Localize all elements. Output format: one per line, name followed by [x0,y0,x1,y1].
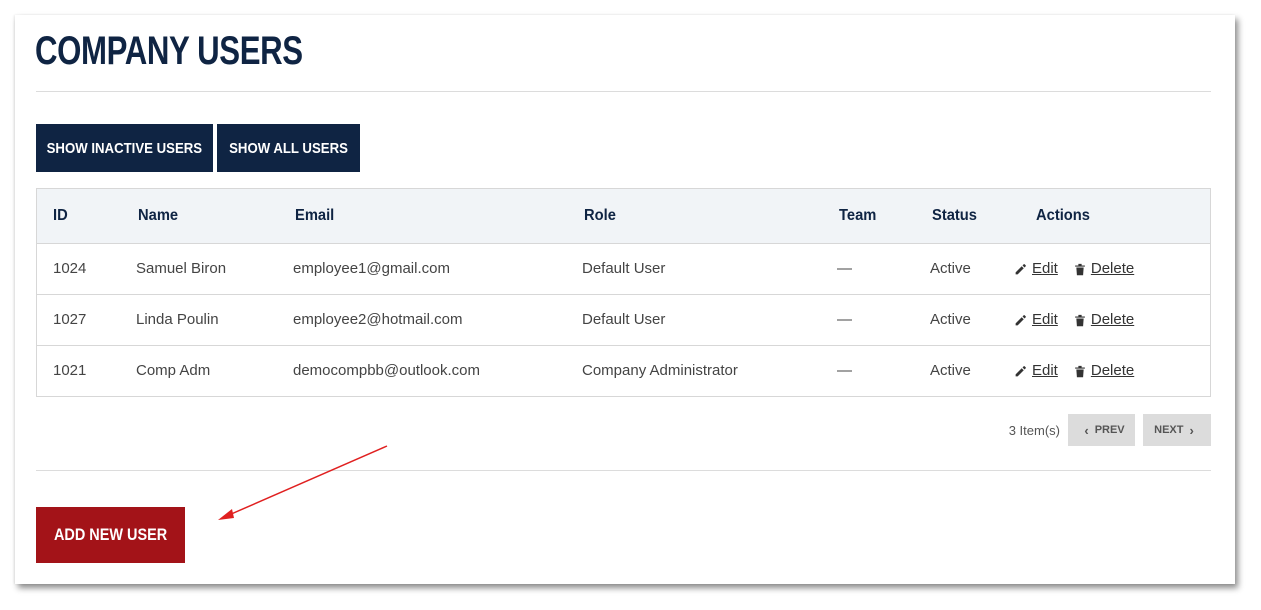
cell-name: Comp Adm [136,362,211,379]
table-row: 1027 Linda Poulin employee2@hotmail.com … [37,295,1210,346]
divider [36,91,1211,92]
delete-link[interactable]: Delete [1074,295,1134,345]
cell-name: Samuel Biron [136,260,227,277]
cell-actions: Edit Delete [1014,295,1150,345]
cell-role: Default User [582,311,666,328]
cell-status: Active [930,311,971,328]
edit-label: Edit [1032,311,1058,328]
table-row: 1021 Comp Adm democompbb@outlook.com Com… [37,346,1210,396]
cell-team: — [837,311,852,328]
pencil-icon [1015,314,1026,325]
cell-team: — [837,362,852,379]
header-email: Email [295,207,335,224]
trash-icon [1074,314,1085,326]
header-actions: Actions [1036,207,1090,224]
edit-link[interactable]: Edit [1014,244,1058,294]
prev-page-button[interactable]: ‹ PREV [1068,414,1135,446]
page-title: COMPANY USERS [35,29,303,73]
pencil-icon [1015,263,1026,274]
cell-actions: Edit Delete [1014,244,1150,294]
cell-team: — [837,260,852,277]
edit-label: Edit [1032,362,1058,379]
edit-link[interactable]: Edit [1014,346,1058,396]
show-inactive-users-button[interactable]: SHOW INACTIVE USERS [36,124,213,172]
pencil-icon [1015,365,1026,376]
edit-link[interactable]: Edit [1014,295,1058,345]
cell-status: Active [930,260,971,277]
cell-email: democompbb@outlook.com [293,362,480,379]
table-header-row: ID Name Email Role Team Status Actions [37,189,1210,244]
prev-label: PREV [1094,424,1125,436]
delete-label: Delete [1090,311,1135,328]
pagination: 3 Item(s) ‹ PREV NEXT › [1009,414,1211,446]
cell-email: employee1@gmail.com [293,260,450,277]
table-row: 1024 Samuel Biron employee1@gmail.com De… [37,244,1210,295]
trash-icon [1074,263,1085,275]
chevron-left-icon: ‹ [1084,422,1089,438]
cell-role: Default User [582,260,666,277]
chevron-right-icon: › [1189,422,1194,438]
delete-label: Delete [1090,260,1135,277]
trash-icon [1074,365,1085,377]
cell-email: employee2@hotmail.com [293,311,463,328]
company-users-card: COMPANY USERS SHOW INACTIVE USERS SHOW A… [15,15,1235,584]
cell-actions: Edit Delete [1014,346,1150,396]
delete-link[interactable]: Delete [1074,244,1134,294]
delete-link[interactable]: Delete [1074,346,1134,396]
cell-id: 1027 [53,311,87,328]
users-table: ID Name Email Role Team Status Actions 1… [36,188,1211,397]
add-new-user-button[interactable]: ADD NEW USER [36,507,185,563]
next-label: NEXT [1154,424,1184,436]
header-name: Name [138,207,179,224]
header-team: Team [839,207,877,224]
cell-id: 1024 [53,260,87,277]
header-role: Role [584,207,616,224]
cell-name: Linda Poulin [136,311,219,328]
cell-status: Active [930,362,971,379]
show-all-users-button[interactable]: SHOW ALL USERS [217,124,360,172]
delete-label: Delete [1090,362,1135,379]
divider [36,470,1211,471]
next-page-button[interactable]: NEXT › [1143,414,1211,446]
header-status: Status [932,207,977,224]
header-id: ID [53,207,68,224]
cell-role: Company Administrator [582,362,738,379]
edit-label: Edit [1032,260,1058,277]
item-count: 3 Item(s) [1008,422,1060,438]
cell-id: 1021 [53,362,87,379]
